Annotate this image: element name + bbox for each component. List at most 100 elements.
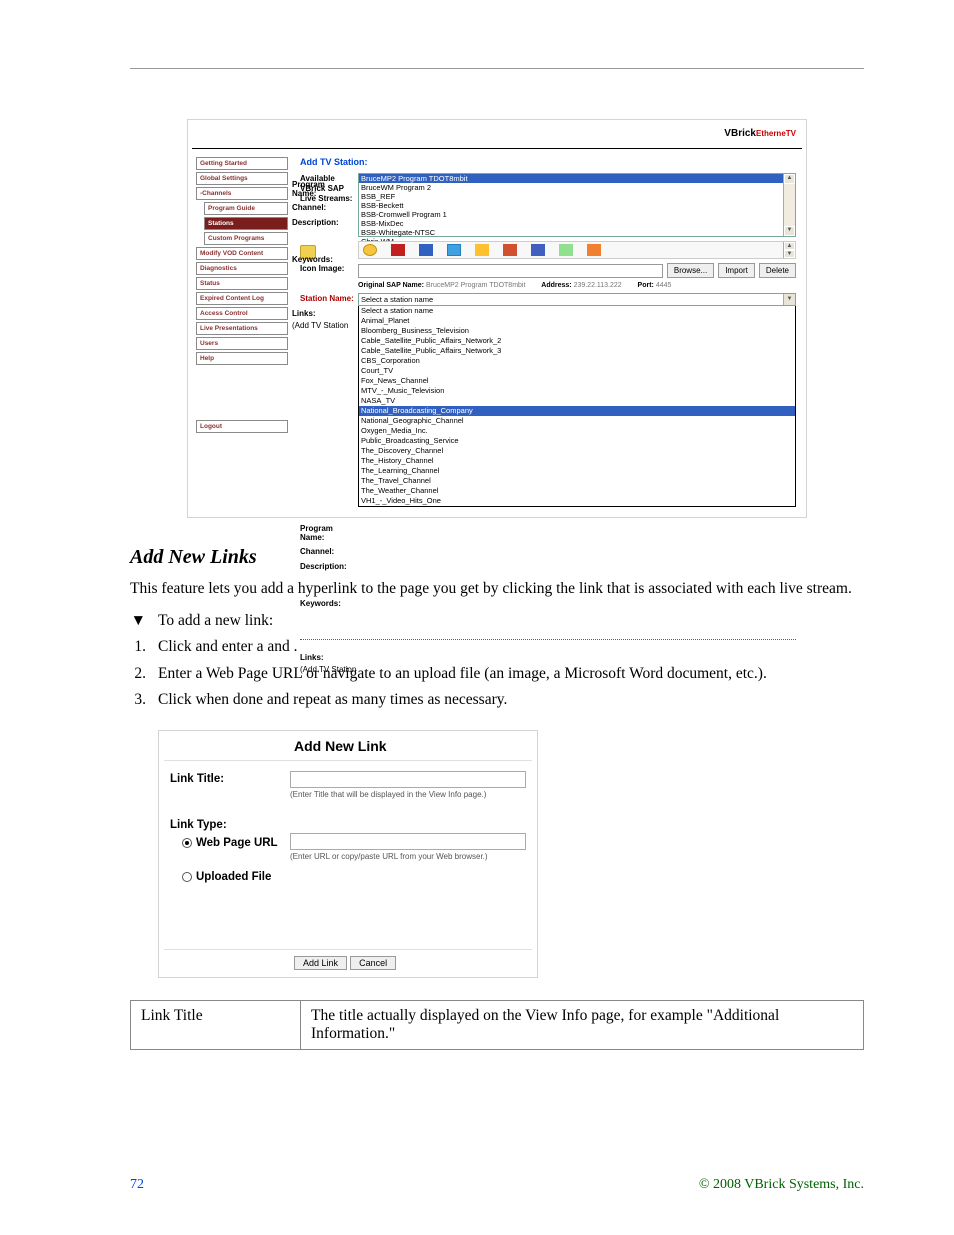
sidebar-item[interactable]: Program Guide	[204, 202, 288, 215]
list-text: Enter a Web Page URL or navigate to an u…	[158, 663, 864, 685]
icon-path-input[interactable]	[358, 264, 663, 278]
section-heading: Add New Links	[130, 546, 864, 569]
radio-label: Web Page URL	[196, 837, 278, 849]
body-paragraph: This feature lets you add a hyperlink to…	[130, 579, 864, 600]
sidebar-item[interactable]: Getting Started	[196, 157, 288, 170]
dropdown-option[interactable]: Animal_Planet	[359, 316, 795, 326]
radio-uploadfile[interactable]: Uploaded File	[182, 871, 290, 883]
add-link-button[interactable]: Add Link	[294, 956, 347, 970]
scrollbar[interactable]: ▲ ▼	[783, 174, 795, 236]
sidebar-item[interactable]: Custom Programs	[204, 232, 288, 245]
definition-table: Link Title The title actually displayed …	[130, 1000, 864, 1050]
logout-button[interactable]: Logout	[196, 420, 288, 433]
label: Link Type:	[170, 817, 290, 831]
dropdown-option[interactable]: Bloomberg_Business_Television	[359, 326, 795, 336]
icon-opt[interactable]	[363, 244, 377, 256]
icon-opt[interactable]	[587, 244, 601, 256]
url-input[interactable]	[290, 833, 526, 850]
browse-button[interactable]: Browse...	[667, 263, 714, 278]
label: Program Name:	[300, 524, 358, 542]
sidebar-item[interactable]: Diagnostics	[196, 262, 288, 275]
list-marker: 3.	[130, 689, 158, 711]
label: Description:	[292, 218, 339, 227]
list-item[interactable]: BSB-MixDec	[359, 219, 795, 228]
label: Icon Image:	[300, 263, 358, 278]
hint-text: (Enter Title that will be displayed in t…	[290, 790, 526, 799]
dropdown-option[interactable]: CBS_Corporation	[359, 356, 795, 366]
dropdown-option[interactable]: National_Geographic_Channel	[359, 416, 795, 426]
dropdown-option[interactable]: National_Broadcasting_Company	[359, 406, 795, 416]
logo: VBrickEtherneTV	[724, 128, 796, 139]
list-item[interactable]: BSB-Cromwell Program 1	[359, 210, 795, 219]
sidebar-item[interactable]: Stations	[204, 217, 288, 230]
icon-opt[interactable]	[447, 244, 461, 256]
list-item[interactable]: BSB-Whitegate-NTSC	[359, 228, 795, 237]
sidebar-item[interactable]: Users	[196, 337, 288, 350]
station-name-select[interactable]: Select a station name ▼	[358, 293, 796, 306]
icon-opt[interactable]	[503, 244, 517, 256]
dropdown-option[interactable]: NASA_TV	[359, 396, 795, 406]
sidebar-item[interactable]: Expired Content Log	[196, 292, 288, 305]
import-button[interactable]: Import	[718, 263, 755, 278]
sidebar-item[interactable]: -Channels	[196, 187, 288, 200]
dropdown-option[interactable]: The_Travel_Channel	[359, 476, 795, 486]
list-item[interactable]: BSB_REF	[359, 192, 795, 201]
dropdown-option[interactable]: MTV_-_Music_Television	[359, 386, 795, 396]
icon-opt[interactable]	[419, 244, 433, 256]
label: Keywords:	[300, 599, 358, 608]
dropdown-option[interactable]: The_Discovery_Channel	[359, 446, 795, 456]
divider	[300, 639, 796, 640]
page-number: 72	[130, 1177, 144, 1193]
add-link-dialog: Add New Link Link Title: (Enter Title th…	[158, 730, 538, 978]
sap-info: Original SAP Name: BruceMP2 Program TDOT…	[358, 280, 796, 291]
sidebar-item[interactable]: Live Presentations	[196, 322, 288, 335]
dropdown-option[interactable]: Cable_Satellite_Public_Affairs_Network_3	[359, 346, 795, 356]
admin-screenshot: VBrickEtherneTV Getting Started Global Se…	[187, 119, 807, 518]
dropdown-option[interactable]: The_History_Channel	[359, 456, 795, 466]
dropdown-option[interactable]: The_Learning_Channel	[359, 466, 795, 476]
sidebar-nav: Getting Started Global Settings -Channels P…	[192, 149, 292, 513]
scroll-down-icon[interactable]: ▼	[784, 250, 795, 258]
delete-button[interactable]: Delete	[759, 263, 796, 278]
icon-opt[interactable]	[531, 244, 545, 256]
icon-opt[interactable]	[391, 244, 405, 256]
icon-opt[interactable]	[559, 244, 573, 256]
station-name-dropdown[interactable]: Select a station nameAnimal_PlanetBloomb…	[358, 306, 796, 507]
scroll-up-icon[interactable]: ▲	[784, 242, 795, 250]
list-item[interactable]: BruceWM Program 2	[359, 183, 795, 192]
hint-text: (Enter URL or copy/paste URL from your W…	[290, 852, 526, 861]
chevron-down-icon[interactable]: ▼	[783, 294, 795, 305]
label: Channel:	[292, 203, 326, 212]
dropdown-option[interactable]: Select a station name	[359, 306, 795, 316]
dropdown-option[interactable]: Public_Broadcasting_Service	[359, 436, 795, 446]
table-cell: The title actually displayed on the View…	[301, 1000, 864, 1049]
list-text: To add a new link:	[158, 610, 864, 632]
scrollbar[interactable]: ▲ ▼	[783, 242, 795, 258]
dropdown-option[interactable]: Oxygen_Media_Inc.	[359, 426, 795, 436]
radio-webpage[interactable]: Web Page URL	[182, 837, 290, 849]
label: Links:	[300, 653, 358, 662]
link-title-input[interactable]	[290, 771, 526, 788]
icon-palette[interactable]: ▲ ▼	[358, 241, 796, 259]
sidebar-item[interactable]: Global Settings	[196, 172, 288, 185]
sidebar-item[interactable]: Status	[196, 277, 288, 290]
page-title: Add TV Station:	[300, 157, 796, 167]
dropdown-option[interactable]: VH1_-_Video_Hits_One	[359, 496, 795, 506]
list-item[interactable]: BSB-Beckett	[359, 201, 795, 210]
label: Links:	[292, 309, 316, 318]
live-streams-listbox[interactable]: BruceMP2 Program TDOT8mbitBruceWM Progra…	[358, 173, 796, 237]
dropdown-option[interactable]: Cable_Satellite_Public_Affairs_Network_2	[359, 336, 795, 346]
radio-icon	[182, 838, 192, 848]
dropdown-option[interactable]: Fox_News_Channel	[359, 376, 795, 386]
dropdown-option[interactable]: The_Weather_Channel	[359, 486, 795, 496]
cancel-button[interactable]: Cancel	[350, 956, 396, 970]
sidebar-item[interactable]: Help	[196, 352, 288, 365]
sidebar-item[interactable]: Access Control	[196, 307, 288, 320]
icon-opt[interactable]	[475, 244, 489, 256]
list-item[interactable]: BruceMP2 Program TDOT8mbit	[359, 174, 795, 183]
dropdown-option[interactable]: Court_TV	[359, 366, 795, 376]
sidebar-item[interactable]: Modify VOD Content	[196, 247, 288, 260]
scroll-down-icon[interactable]: ▼	[784, 226, 795, 236]
scroll-up-icon[interactable]: ▲	[784, 174, 795, 184]
label: Channel:	[300, 547, 358, 556]
